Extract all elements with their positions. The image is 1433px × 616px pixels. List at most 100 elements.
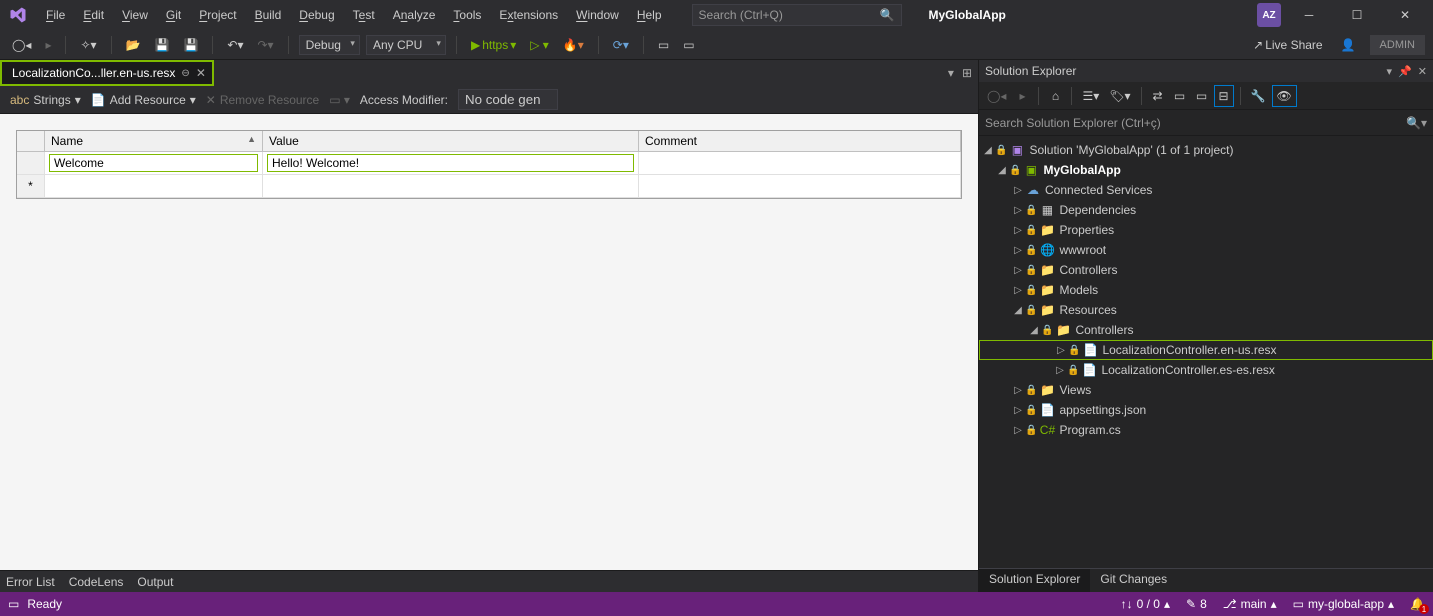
panel-dropdown-icon[interactable]: ▾	[1387, 65, 1393, 78]
resx-icon: 📄	[1081, 363, 1097, 377]
status-repo[interactable]: ▭ my-global-app ▴	[1293, 597, 1394, 611]
cell-comment[interactable]	[639, 152, 961, 174]
save-icon[interactable]: 💾	[151, 36, 174, 54]
close-icon[interactable]: ✕	[196, 66, 206, 80]
node-controllers[interactable]: ▷🔒📁Controllers	[979, 260, 1433, 280]
column-value[interactable]: Value	[263, 131, 639, 151]
search-icon: 🔍▾	[1406, 116, 1427, 130]
open-icon[interactable]: 📂	[122, 36, 145, 54]
tab-git-changes[interactable]: Git Changes	[1090, 569, 1177, 592]
node-dependencies[interactable]: ▷🔒▦Dependencies	[979, 200, 1433, 220]
node-resx-es-es[interactable]: ▷🔒📄LocalizationController.es-es.resx	[979, 360, 1433, 380]
browser-link-icon[interactable]: ⟳▾	[609, 36, 633, 54]
sol-switch-view-icon[interactable]: ☰▾	[1078, 86, 1103, 106]
node-program-cs[interactable]: ▷🔒C#Program.cs	[979, 420, 1433, 440]
node-connected-services[interactable]: ▷☁Connected Services	[979, 180, 1433, 200]
tab-window-icon[interactable]: ⊞	[962, 66, 972, 80]
resx-grid[interactable]: Name▲ Value Comment Welcome Hello! Welco…	[16, 130, 962, 199]
tab-codelens[interactable]: CodeLens	[69, 575, 124, 589]
codegen-dropdown[interactable]	[458, 89, 558, 110]
sol-sync-icon[interactable]: ⇄	[1148, 86, 1168, 106]
status-sync[interactable]: ↑↓ 0 / 0 ▴	[1121, 597, 1170, 611]
node-appsettings[interactable]: ▷🔒📄appsettings.json	[979, 400, 1433, 420]
undo-icon[interactable]: ↶▾	[223, 36, 247, 54]
cell-value[interactable]: Hello! Welcome!	[263, 152, 639, 174]
node-properties[interactable]: ▷🔒📁Properties	[979, 220, 1433, 240]
pin-icon[interactable]: ⊖	[181, 68, 189, 79]
tab-error-list[interactable]: Error List	[6, 575, 55, 589]
search-box[interactable]: Search (Ctrl+Q) 🔍	[692, 4, 902, 26]
sol-preview-icon[interactable]: 👁	[1272, 85, 1297, 107]
node-resources[interactable]: ◢🔒📁Resources	[979, 300, 1433, 320]
node-wwwroot[interactable]: ▷🔒🌐wwwroot	[979, 240, 1433, 260]
column-name[interactable]: Name▲	[45, 131, 263, 151]
solution-search[interactable]: Search Solution Explorer (Ctrl+ç) 🔍▾	[979, 110, 1433, 136]
panel-pin-icon[interactable]: 📌	[1398, 65, 1412, 78]
live-share-button[interactable]: ↗ Live Share	[1249, 36, 1326, 54]
menu-build[interactable]: Build	[247, 4, 290, 26]
resx-icon: 📄	[1082, 343, 1098, 357]
sol-properties-icon[interactable]: 🔧	[1247, 86, 1270, 106]
start-nodebug-button[interactable]: ▷ ▾	[526, 36, 553, 54]
menu-tools[interactable]: Tools	[445, 4, 489, 26]
tb-misc2-icon[interactable]: ▭	[679, 36, 698, 54]
menu-edit[interactable]: Edit	[75, 4, 112, 26]
rowheader[interactable]	[17, 152, 45, 174]
save-all-icon[interactable]: 💾	[179, 36, 202, 54]
table-row[interactable]: Welcome Hello! Welcome!	[17, 152, 961, 175]
cell-name[interactable]: Welcome	[45, 152, 263, 174]
sol-showall-icon[interactable]: ▭	[1192, 86, 1212, 106]
tab-output[interactable]: Output	[137, 575, 173, 589]
sol-filter-icon[interactable]: 🏷▾	[1105, 86, 1134, 106]
hot-reload-icon[interactable]: 🔥▾	[559, 36, 588, 54]
nav-back-icon[interactable]: ◯◂	[8, 36, 35, 54]
menu-analyze[interactable]: Analyze	[385, 4, 444, 26]
menu-extensions[interactable]: Extensions	[491, 4, 566, 26]
menu-debug[interactable]: Debug	[291, 4, 342, 26]
folder-icon: 📁	[1039, 303, 1055, 317]
menu-git[interactable]: Git	[158, 4, 189, 26]
strings-dropdown[interactable]: abc Strings ▾	[10, 93, 81, 107]
column-comment[interactable]: Comment	[639, 131, 961, 151]
menu-window[interactable]: Window	[568, 4, 627, 26]
nav-fwd-icon[interactable]: ▸	[41, 36, 55, 54]
node-resx-en-us[interactable]: ▷🔒📄LocalizationController.en-us.resx	[979, 340, 1433, 360]
menu-test[interactable]: Test	[345, 4, 383, 26]
minimize-button[interactable]: ─	[1289, 1, 1329, 29]
node-resources-controllers[interactable]: ◢🔒📁Controllers	[979, 320, 1433, 340]
sol-back-icon[interactable]: ◯◂	[983, 86, 1010, 106]
sol-collapse-icon[interactable]: ⊟	[1214, 85, 1234, 107]
panel-close-icon[interactable]: ✕	[1418, 65, 1427, 78]
redo-icon[interactable]: ↷▾	[254, 36, 278, 54]
node-models[interactable]: ▷🔒📁Models	[979, 280, 1433, 300]
menu-help[interactable]: Help	[629, 4, 670, 26]
start-debug-button[interactable]: ▶ https ▾	[467, 36, 520, 54]
node-project[interactable]: ◢🔒▣MyGlobalApp	[979, 160, 1433, 180]
user-avatar[interactable]: AZ	[1257, 3, 1281, 27]
feedback-icon[interactable]: 👤	[1337, 36, 1360, 54]
notifications-icon[interactable]: 🔔	[1410, 597, 1425, 611]
config-dropdown[interactable]: Debug	[299, 35, 360, 55]
new-item-icon[interactable]: ✧▾	[76, 36, 100, 54]
menu-project[interactable]: Project	[191, 4, 244, 26]
status-changes[interactable]: ✎ 8	[1186, 597, 1207, 611]
node-views[interactable]: ▷🔒📁Views	[979, 380, 1433, 400]
tab-localization-resx[interactable]: LocalizationCo...ller.en-us.resx ⊖ ✕	[0, 60, 214, 86]
tb-misc1-icon[interactable]: ▭	[654, 36, 673, 54]
status-branch[interactable]: ⎇ main ▴	[1223, 597, 1277, 611]
tab-overflow-icon[interactable]: ▾	[948, 66, 954, 80]
menu-file[interactable]: File	[38, 4, 73, 26]
sol-refresh-icon[interactable]: ▭	[1170, 86, 1190, 106]
sol-fwd-icon[interactable]: ▸	[1012, 86, 1032, 106]
table-row-new[interactable]: *	[17, 175, 961, 198]
platform-dropdown[interactable]: Any CPU	[366, 35, 446, 55]
close-button[interactable]: ✕	[1385, 1, 1425, 29]
maximize-button[interactable]: ☐	[1337, 1, 1377, 29]
menu-view[interactable]: View	[114, 4, 156, 26]
rowheader-corner	[17, 131, 45, 151]
add-resource-button[interactable]: 📄 Add Resource ▾	[91, 93, 196, 107]
tab-solution-explorer[interactable]: Solution Explorer	[979, 569, 1090, 592]
node-solution[interactable]: ◢🔒▣Solution 'MyGlobalApp' (1 of 1 projec…	[979, 140, 1433, 160]
sol-home-icon[interactable]: ⌂	[1045, 86, 1065, 106]
status-output-icon[interactable]: ▭	[8, 597, 19, 611]
